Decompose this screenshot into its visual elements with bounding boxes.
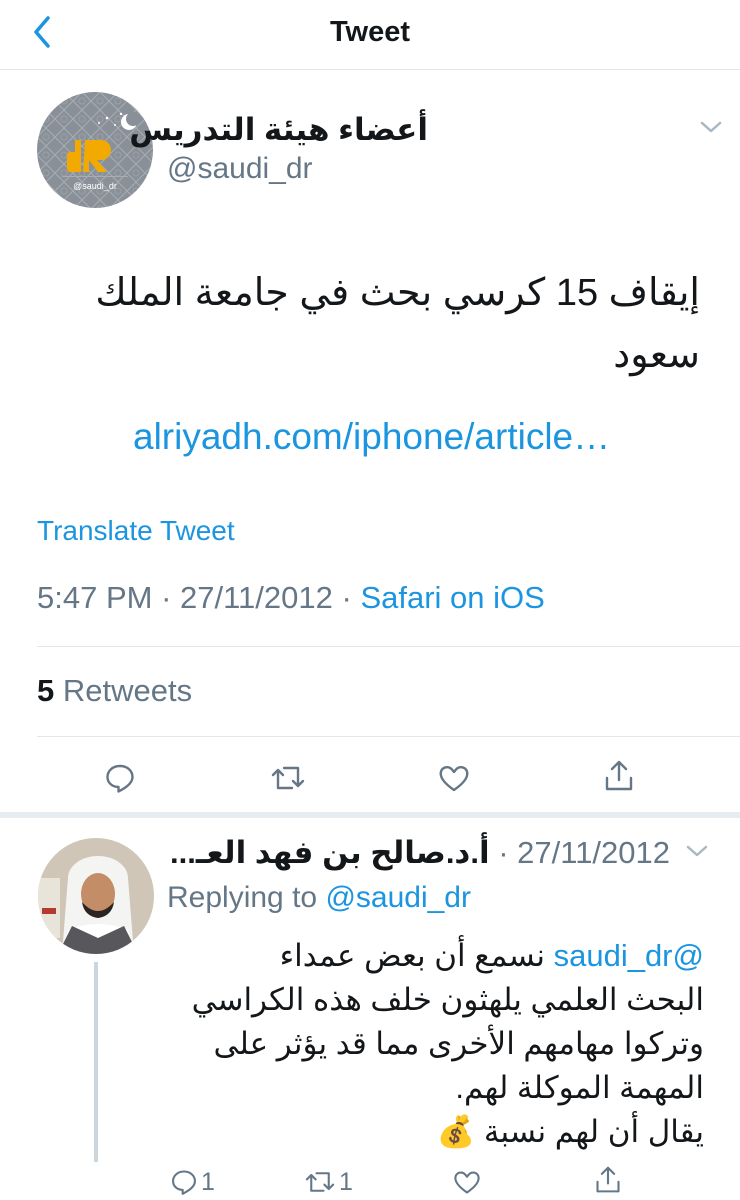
avatar-label: @saudi_dr <box>73 181 117 191</box>
reply-date-separator: · <box>489 835 518 870</box>
money-bag-emoji: 💰 <box>436 1114 476 1149</box>
reply-like-button[interactable] <box>452 1164 482 1200</box>
author-handle[interactable]: @saudi_dr <box>167 152 313 186</box>
section-separator <box>0 812 740 818</box>
reply-avatar-photo <box>38 838 154 954</box>
thread-line <box>94 962 98 1162</box>
reply-line-text: يقال أن لهم نسبة <box>483 1114 704 1149</box>
saudi-dr-logo: @saudi_dr <box>37 92 153 208</box>
tweet-time: 5:47 PM <box>37 580 153 615</box>
reply-reply-button[interactable]: 1 <box>170 1164 215 1200</box>
reply-line-text: نسمع أن بعض عمداء <box>279 938 545 973</box>
reply-retweet-button[interactable]: 1 <box>304 1164 353 1200</box>
reply-count: 1 <box>201 1167 215 1196</box>
reply-date: 27/11/2012 <box>517 835 671 870</box>
author-avatar[interactable]: @saudi_dr <box>37 92 153 208</box>
like-icon <box>439 765 469 792</box>
like-button[interactable] <box>437 760 471 796</box>
reply-line: يقال أن لهم نسبة 💰 <box>170 1110 704 1154</box>
reply-icon <box>172 1170 196 1195</box>
reply-text: @saudi_dr نسمع أن بعض عمداء البحث العلمي… <box>170 934 704 1154</box>
meta-separator: · <box>341 580 361 615</box>
retweet-count: 5 <box>37 673 55 708</box>
tweet-link[interactable]: alriyadh.com/iphone/article… <box>133 416 610 458</box>
replying-to: Replying to @saudi_dr <box>167 881 471 915</box>
tweet-text: إيقاف 15 كرسي بحث في جامعة الملك سعود <box>95 272 700 376</box>
nav-bar: Tweet <box>0 0 740 70</box>
reply-mention[interactable]: @saudi_dr <box>554 938 704 973</box>
share-button[interactable] <box>603 758 635 794</box>
tweet-source[interactable]: Safari on iOS <box>360 580 544 615</box>
like-icon <box>454 1171 480 1194</box>
author-name[interactable]: أعضاء هيئة التدريس <box>129 112 428 148</box>
retweet-icon <box>305 1172 335 1192</box>
caret-down-icon[interactable] <box>696 118 726 138</box>
share-icon <box>596 1166 620 1193</box>
retweet-icon <box>271 766 305 790</box>
share-icon <box>605 760 633 791</box>
reply-retweet-count: 1 <box>339 1167 353 1196</box>
reply-button[interactable] <box>104 760 136 796</box>
tweet-meta: 5:47 PM · 27/11/2012 · Safari on iOS <box>37 580 545 616</box>
reply-line: البحث العلمي يلهثون خلف هذه الكراسي <box>191 982 704 1017</box>
reply-share-button[interactable] <box>594 1162 622 1198</box>
reply-author-avatar[interactable] <box>38 838 154 954</box>
nav-title: Tweet <box>329 16 411 48</box>
caret-down-icon[interactable] <box>682 842 712 862</box>
replying-prefix: Replying to <box>167 881 318 914</box>
retweet-label: Retweets <box>62 673 193 708</box>
reply-line: المهمة الموكلة لهم. <box>455 1070 704 1105</box>
replying-handle[interactable]: @saudi_dr <box>325 881 471 914</box>
reply-line: وتركوا مهامهم الأخرى مما قد يؤثر على <box>213 1026 705 1061</box>
reply-line: @saudi_dr نسمع أن بعض عمداء <box>170 934 704 978</box>
retweet-button[interactable] <box>270 760 306 796</box>
tweet-date: 27/11/2012 <box>180 580 333 615</box>
translate-tweet-link[interactable]: Translate Tweet <box>37 515 235 547</box>
retweet-stats[interactable]: 5 Retweets <box>37 673 192 709</box>
reply-icon <box>106 764 134 793</box>
divider <box>37 736 740 737</box>
meta-separator: · <box>161 580 181 615</box>
reply-author-name[interactable]: أ.د.صالح بن فهد العـ... <box>170 835 490 871</box>
divider <box>37 646 740 647</box>
reply-header: أ.د.صالح بن فهد العـ... · 27/11/2012 <box>170 835 680 871</box>
